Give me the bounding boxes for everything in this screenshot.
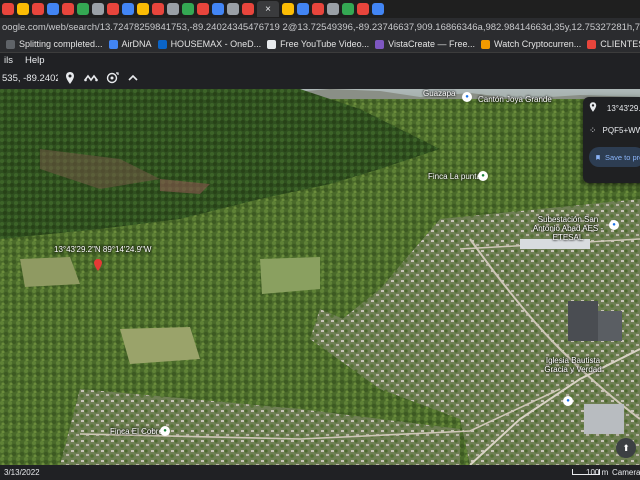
camera-info: Camera: 1, — [612, 468, 640, 477]
map-pin-icon-iglesia[interactable]: ● — [563, 396, 573, 406]
tab-favicon-icon[interactable] — [242, 3, 254, 15]
tab-favicon-icon[interactable] — [297, 3, 309, 15]
bookmark-favicon-icon — [6, 39, 15, 49]
bookmark-label: Free YouTube Video... — [280, 39, 370, 49]
panel-coords-row[interactable]: 13°43'29.2 — [583, 97, 640, 119]
tab-favicon-icon[interactable] — [227, 3, 239, 15]
tab-strip: × — [0, 0, 640, 18]
scale-label: 100 m — [586, 468, 609, 477]
tab-favicon-icon[interactable] — [32, 3, 44, 15]
status-bar: 3/13/2022 100 m Camera: 1, — [0, 465, 640, 480]
menu-help[interactable]: Help — [25, 55, 45, 66]
coordinates-search-input[interactable] — [0, 70, 58, 86]
bookmark-label: AirDNA — [121, 39, 152, 49]
satellite-map-view[interactable]: Guazapa ● Cantón Joya Grande Finca La pu… — [0, 89, 640, 465]
earth-toolbar — [0, 67, 640, 89]
map-label-finca: Finca La punta — [428, 172, 481, 181]
bookmark-label: VistaCreate — Free... — [388, 39, 476, 49]
tab-favicon-icon[interactable] — [62, 3, 74, 15]
bookmark-icon — [596, 154, 600, 160]
bookmark-label: Watch Cryptocurren... — [494, 39, 582, 49]
tab-favicon-icon[interactable] — [122, 3, 134, 15]
menu-tools[interactable]: ils — [4, 55, 13, 66]
map-label-coordinate-pin: 13°43'29.2"N 89°14'24.9"W — [54, 245, 152, 254]
location-info-panel: 13°43'29.2 ⁘ PQF5+WW6 Save to proj — [583, 97, 640, 183]
panel-coords-text: 13°43'29.2 — [606, 103, 640, 113]
panel-pluscode-text: PQF5+WW6 — [602, 125, 640, 135]
red-marker-icon[interactable] — [94, 259, 102, 271]
map-pin-green-icon[interactable]: ● — [478, 171, 488, 181]
bookmark-favicon-icon — [481, 39, 491, 49]
bookmark-favicon-icon — [267, 39, 277, 49]
save-to-project-button[interactable]: Save to proj — [589, 147, 640, 167]
panel-pluscode-row[interactable]: ⁘ PQF5+WW6 — [583, 119, 640, 141]
tab-favicon-icon[interactable] — [197, 3, 209, 15]
bookmarks-bar: Splitting completed... AirDNA HOUSEMAX - O… — [0, 36, 640, 53]
tab-active-close-icon[interactable]: × — [257, 1, 279, 17]
plus-code-icon: ⁘ — [589, 124, 597, 135]
bookmark-label: CLIENTES INFINITO... — [600, 39, 640, 49]
bookmark-item[interactable]: Watch Cryptocurren... — [481, 39, 581, 49]
location-pin-icon[interactable] — [61, 69, 79, 87]
location-pin-icon — [589, 102, 601, 114]
satellite-imagery — [0, 89, 640, 465]
address-bar[interactable]: oogle.com/web/search/13.72478259841753,-… — [0, 18, 640, 36]
tab-favicon-icon[interactable] — [372, 3, 384, 15]
tab-favicon-icon[interactable] — [167, 3, 179, 15]
path-icon[interactable] — [82, 69, 100, 87]
bookmark-favicon-icon — [108, 39, 118, 49]
tab-favicon-icon[interactable] — [212, 3, 224, 15]
tab-favicon-icon[interactable] — [357, 3, 369, 15]
bookmark-favicon-icon — [157, 39, 167, 49]
tab-favicon-icon[interactable] — [312, 3, 324, 15]
bookmark-label: HOUSEMAX - OneD... — [170, 39, 262, 49]
tab-favicon-icon[interactable] — [182, 3, 194, 15]
map-pin-green-icon-bottom[interactable]: ● — [160, 426, 170, 436]
tab-favicon-icon[interactable] — [17, 3, 29, 15]
compass-icon[interactable]: ⬆ — [616, 438, 636, 458]
app-menu-bar: ils Help — [0, 53, 640, 67]
chevron-up-icon[interactable] — [124, 69, 142, 87]
map-label-canton: Cantón Joya Grande — [478, 95, 552, 104]
tab-favicon-icon[interactable] — [137, 3, 149, 15]
tab-favicon-icon[interactable] — [342, 3, 354, 15]
imagery-date: 3/13/2022 — [4, 468, 40, 477]
map-label-iglesia: Iglesia Bautista Gracia y Verdad — [544, 356, 602, 374]
bookmark-item[interactable]: VistaCreate — Free... — [375, 39, 475, 49]
bookmark-favicon-icon — [587, 39, 597, 49]
streetview-icon[interactable] — [103, 69, 121, 87]
bookmark-item[interactable]: AirDNA — [108, 39, 152, 49]
tab-favicon-icon[interactable] — [107, 3, 119, 15]
bookmark-label: Splitting completed... — [19, 39, 103, 49]
tab-favicon-icon[interactable] — [282, 3, 294, 15]
bookmark-item[interactable]: Free YouTube Video... — [267, 39, 369, 49]
bookmark-item[interactable]: CLIENTES INFINITO... — [587, 39, 640, 49]
tab-favicon-icon[interactable] — [77, 3, 89, 15]
tab-favicon-icon[interactable] — [92, 3, 104, 15]
tab-favicon-icon[interactable] — [47, 3, 59, 15]
map-pin-icon[interactable]: ● — [462, 92, 472, 102]
tab-favicon-icon[interactable] — [152, 3, 164, 15]
tab-favicon-icon[interactable] — [327, 3, 339, 15]
url-text[interactable]: oogle.com/web/search/13.72478259841753,-… — [2, 22, 640, 33]
map-label-guazapa: Guazapa — [423, 89, 456, 98]
save-to-project-label: Save to proj — [604, 152, 640, 162]
map-label-bottom: Finca El Cobre — [110, 427, 163, 436]
bookmark-favicon-icon — [375, 39, 385, 49]
tab-favicon-icon[interactable] — [2, 3, 14, 15]
map-pin-icon-subestacion[interactable]: ● — [609, 220, 619, 230]
google-earth-window: × oogle.com/web/search/13.72478259841753… — [0, 0, 640, 480]
bookmark-item[interactable]: Splitting completed... — [6, 39, 103, 49]
bookmark-item[interactable]: HOUSEMAX - OneD... — [157, 39, 262, 49]
map-label-subestacion: Subestación San Antonio Abad AES - ETESA… — [532, 215, 604, 242]
